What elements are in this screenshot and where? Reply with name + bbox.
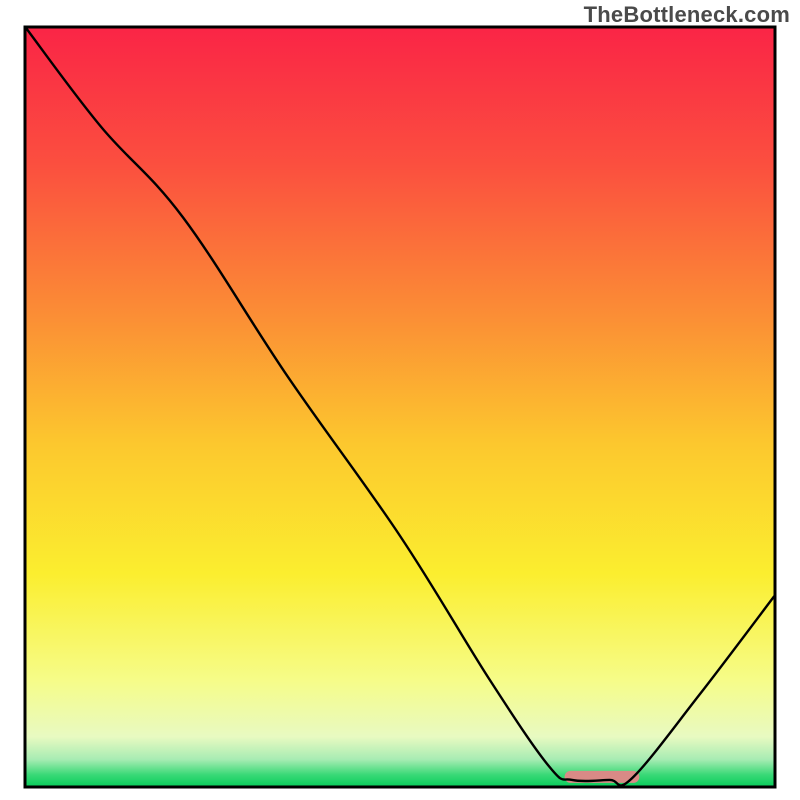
plot-background [26,28,774,786]
chart-svg [0,0,800,800]
chart-container: TheBottleneck.com [0,0,800,800]
